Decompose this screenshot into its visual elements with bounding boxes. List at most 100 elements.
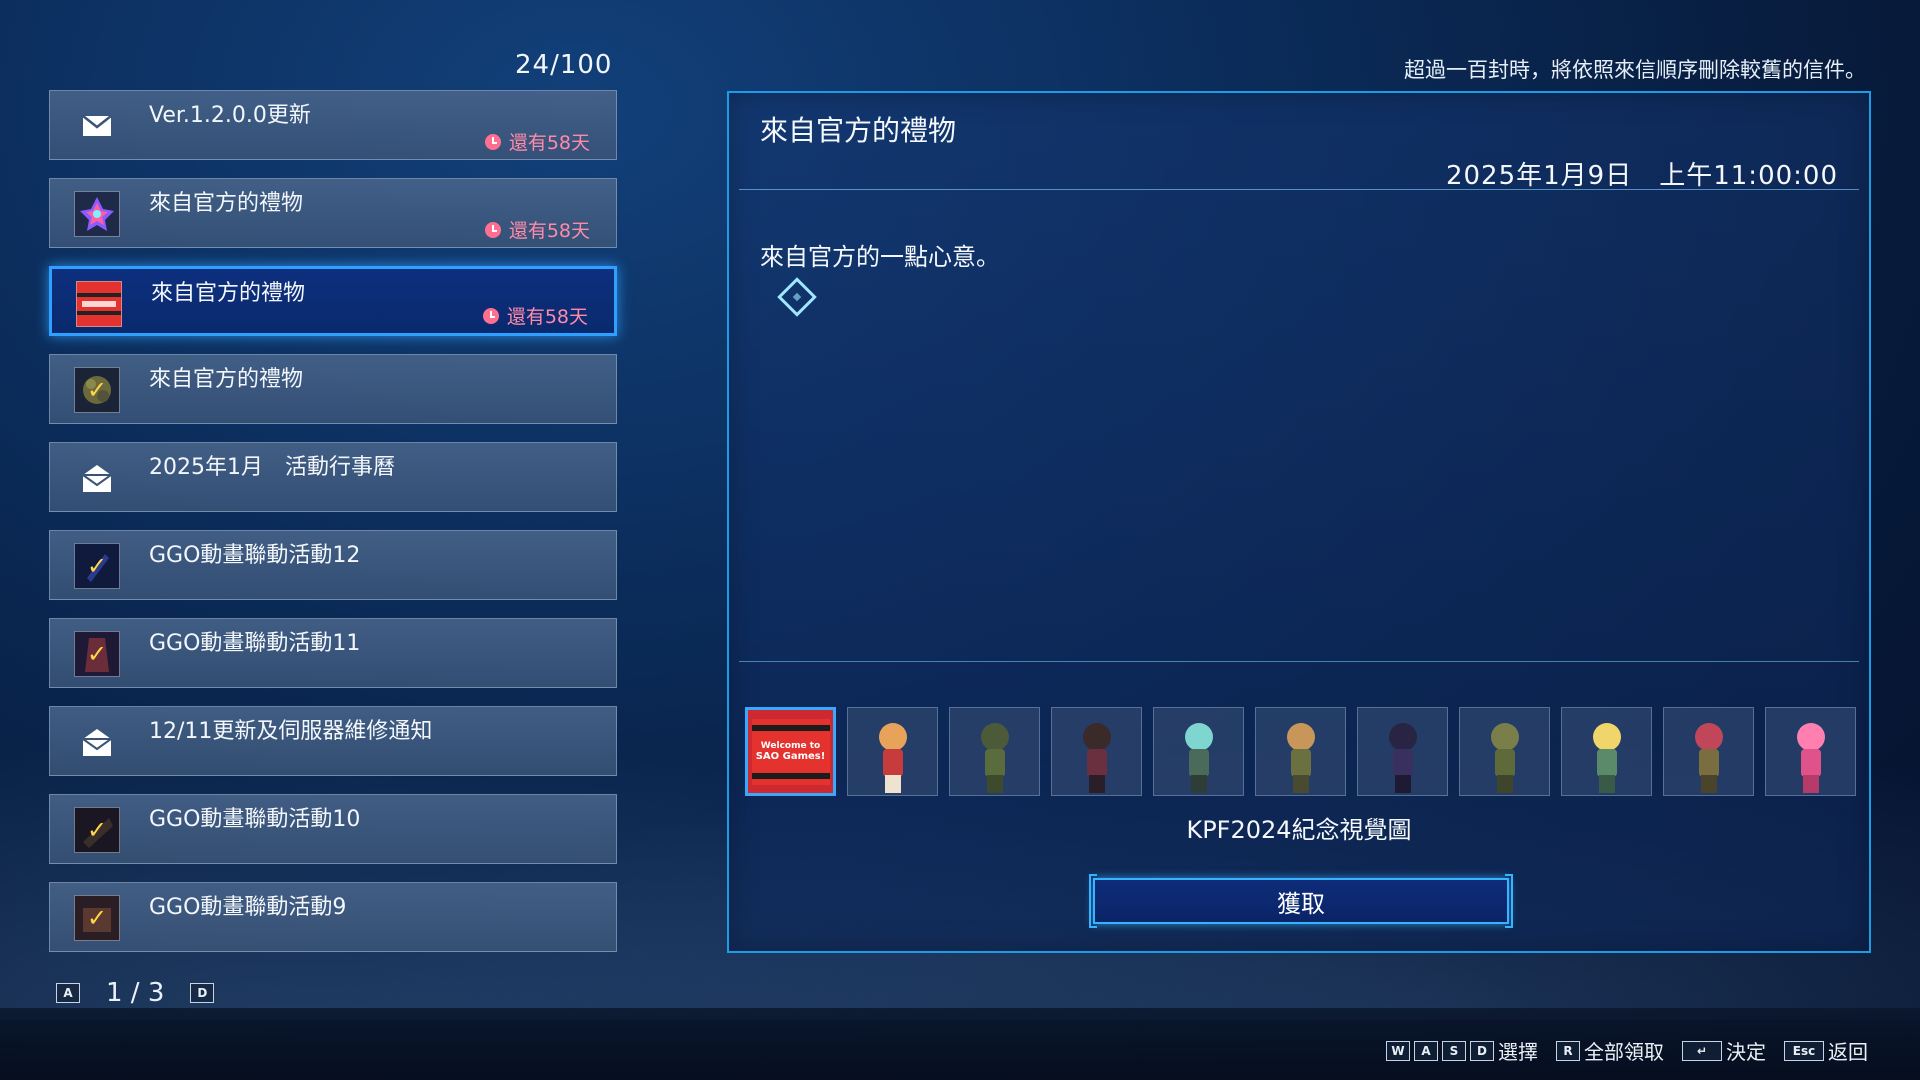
select-label: 選擇 [1498,1040,1538,1064]
check-icon: ✓ [86,816,108,844]
mail-item[interactable]: ✓ GGO動畫聯動活動12 [49,530,617,600]
open-envelope-icon [74,719,120,765]
mail-item[interactable]: ✓ GGO動畫聯動活動9 [49,882,617,952]
mail-item[interactable]: ✓ 來自官方的禮物 [49,354,617,424]
key-s: S [1442,1040,1466,1061]
mail-title: 來自官方的禮物 [149,367,304,392]
reward-item-welcome-banner[interactable]: Welcome to SAO Games! [745,707,836,796]
mail-title: GGO動畫聯動活動9 [149,895,347,920]
envelope-icon [74,103,120,149]
select-hint: W A S D 選擇 [1386,1036,1538,1065]
claimed-item-icon: ✓ [74,543,120,589]
expire-label: 還有58天 [508,220,590,242]
mail-item[interactable]: 12/11更新及伺服器維修通知 [49,706,617,776]
banner-text: Welcome to [760,740,821,751]
reward-item-chibi[interactable] [949,707,1040,796]
pager: A 1 / 3 D [56,978,215,1008]
mail-list: Ver.1.2.0.0更新 還有58天 來自官方的禮物 還有58天 來自官方的禮… [49,90,617,970]
mail-title: 來自官方的禮物 [151,281,306,306]
claim-button[interactable]: 獲取 [1089,874,1513,928]
reward-item-chibi[interactable] [1051,707,1142,796]
mail-item[interactable]: Ver.1.2.0.0更新 還有58天 [49,90,617,160]
clock-icon [484,221,501,238]
mail-expire: 還有58天 [484,216,590,243]
reward-items: Welcome to SAO Games! [745,707,1856,796]
banner-text: SAO Games! [755,750,826,762]
chibi-character-icon [1179,723,1219,795]
detail-body: 來自官方的一點心意。 [760,243,1000,271]
mail-title: 來自官方的禮物 [149,191,304,216]
key-w: W [1386,1040,1410,1061]
mail-title: GGO動畫聯動活動12 [149,543,361,568]
prev-page-key[interactable]: A [56,983,80,1003]
claimed-item-icon: ✓ [74,807,120,853]
key-r: R [1556,1040,1580,1061]
next-page-key[interactable]: D [190,983,215,1003]
chibi-character-icon [1281,723,1321,795]
mail-expire: 還有58天 [482,302,588,329]
mail-detail-panel: 來自官方的禮物 2025年1月9日 上午11:00:00 來自官方的一點心意。 … [727,91,1871,953]
claim-all-hint[interactable]: R 全部領取 [1556,1036,1664,1065]
detail-title: 來自官方的禮物 [760,114,957,147]
check-icon: ✓ [86,376,108,404]
confirm-label: 決定 [1726,1040,1766,1064]
claimed-item-icon: ✓ [74,367,120,413]
mail-limit-notice: 超過一百封時，將依照來信順序刪除較舊的信件。 [1404,58,1866,82]
chibi-character-icon [1791,723,1831,795]
mail-title: GGO動畫聯動活動10 [149,807,361,832]
confirm-hint[interactable]: ↵ 決定 [1682,1036,1766,1065]
page-indicator: 1 / 3 [106,978,165,1008]
mail-title: GGO動畫聯動活動11 [149,631,361,656]
key-a: A [1414,1040,1438,1061]
reward-name: KPF2024紀念視覺圖 [1186,816,1412,844]
mail-expire: 還有58天 [484,128,590,155]
key-esc: Esc [1784,1040,1824,1061]
reward-item-chibi[interactable] [1459,707,1550,796]
diamond-icon [777,277,817,317]
reward-item-chibi[interactable] [1663,707,1754,796]
mail-item[interactable]: 2025年1月 活動行事曆 [49,442,617,512]
mail-counter: 24/100 [515,50,613,80]
enter-key-icon: ↵ [1682,1040,1722,1061]
mail-title: Ver.1.2.0.0更新 [149,103,311,128]
claim-all-label: 全部領取 [1584,1040,1664,1064]
gift-crystal-icon [74,191,120,237]
chibi-character-icon [873,723,913,795]
reward-item-chibi[interactable] [1561,707,1652,796]
open-envelope-icon [74,455,120,501]
welcome-banner-thumbnail [76,281,122,327]
mail-title: 2025年1月 活動行事曆 [149,455,395,480]
check-icon: ✓ [86,640,108,668]
reward-item-chibi[interactable] [1357,707,1448,796]
chibi-character-icon [1689,723,1729,795]
mail-item-selected[interactable]: 來自官方的禮物 還有58天 [49,266,617,336]
clock-icon [484,133,501,150]
back-hint[interactable]: Esc 返回 [1784,1036,1868,1065]
chibi-character-icon [1587,723,1627,795]
chibi-character-icon [1383,723,1423,795]
chibi-character-icon [1077,723,1117,795]
divider [739,661,1859,662]
reward-item-chibi[interactable] [1765,707,1856,796]
check-icon: ✓ [86,904,108,932]
mail-item[interactable]: ✓ GGO動畫聯動活動11 [49,618,617,688]
divider [739,189,1859,190]
detail-date: 2025年1月9日 上午11:00:00 [1445,161,1838,191]
claimed-item-icon: ✓ [74,631,120,677]
expire-label: 還有58天 [508,132,590,154]
chibi-character-icon [1485,723,1525,795]
back-label: 返回 [1828,1040,1868,1064]
mail-item[interactable]: ✓ GGO動畫聯動活動10 [49,794,617,864]
control-hints: W A S D 選擇 R 全部領取 ↵ 決定 Esc 返回 [1386,1036,1868,1065]
clock-icon [482,307,499,324]
reward-item-chibi[interactable] [1153,707,1244,796]
claimed-item-icon: ✓ [74,895,120,941]
expire-label: 還有58天 [506,306,588,328]
mail-item[interactable]: 來自官方的禮物 還有58天 [49,178,617,248]
reward-item-chibi[interactable] [847,707,938,796]
check-icon: ✓ [86,552,108,580]
footer-bar: W A S D 選擇 R 全部領取 ↵ 決定 Esc 返回 [0,1008,1920,1080]
reward-item-chibi[interactable] [1255,707,1346,796]
chibi-character-icon [975,723,1015,795]
welcome-banner: Welcome to SAO Games! [751,718,830,785]
